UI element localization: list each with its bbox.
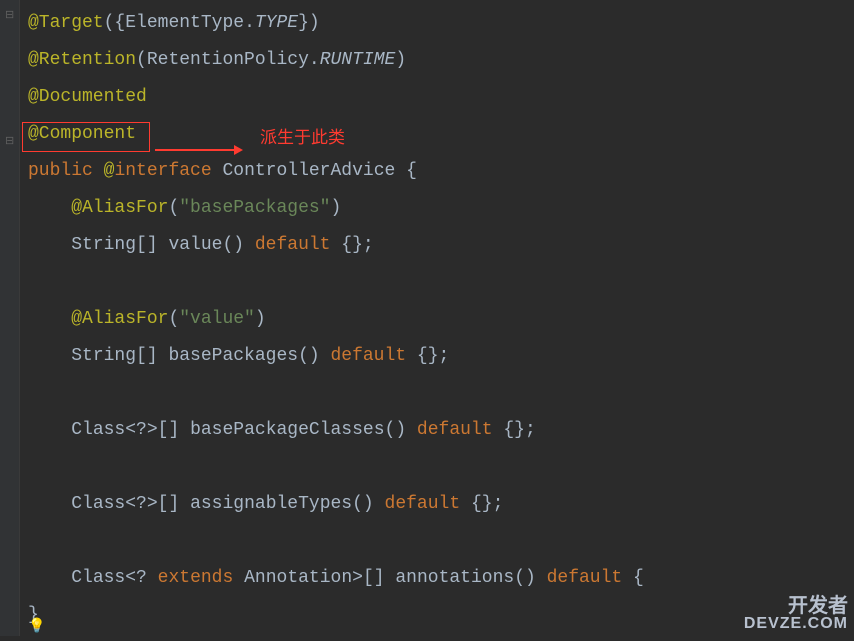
code-line-7: String[] value() default {}; <box>28 227 644 264</box>
code-line-2: @Retention(RetentionPolicy.RUNTIME) <box>28 42 644 79</box>
code-area[interactable]: @Target({ElementType.TYPE}) @Retention(R… <box>28 5 644 634</box>
fold-marker[interactable]: ⊟ <box>5 132 14 152</box>
code-line-13 <box>28 449 644 486</box>
watermark-line1: 开发者 <box>788 595 848 617</box>
code-line-11 <box>28 375 644 412</box>
annotation-target: @Target <box>28 13 104 33</box>
code-line-14: Class<?>[] assignableTypes() default {}; <box>28 486 644 523</box>
annotation-aliasfor1: @AliasFor <box>71 198 168 218</box>
code-line-8 <box>28 264 644 301</box>
annotation-retention: @Retention <box>28 50 136 70</box>
annotation-aliasfor2: @AliasFor <box>71 309 168 329</box>
code-line-5: public @interface ControllerAdvice { <box>28 153 644 190</box>
code-line-6: @AliasFor("basePackages") <box>28 190 644 227</box>
watermark: 开发者 DEVZE.COM <box>744 596 848 632</box>
editor-gutter: ⊟ ⊟ <box>0 0 20 636</box>
annotation-component: @Component <box>28 124 136 144</box>
annotation-documented: @Documented <box>28 87 147 107</box>
code-line-9: @AliasFor("value") <box>28 301 644 338</box>
code-line-10: String[] basePackages() default {}; <box>28 338 644 375</box>
code-line-17: } <box>28 597 644 634</box>
code-line-3: @Documented <box>28 79 644 116</box>
annotation-label: 派生于此类 <box>260 122 345 153</box>
code-line-1: @Target({ElementType.TYPE}) <box>28 5 644 42</box>
lightbulb-icon[interactable]: 💡 <box>28 615 45 641</box>
fold-icon-top[interactable]: ⊟ <box>5 6 14 26</box>
watermark-line2: DEVZE.COM <box>744 616 848 632</box>
code-line-16: Class<? extends Annotation>[] annotation… <box>28 560 644 597</box>
code-line-15 <box>28 523 644 560</box>
code-line-12: Class<?>[] basePackageClasses() default … <box>28 412 644 449</box>
